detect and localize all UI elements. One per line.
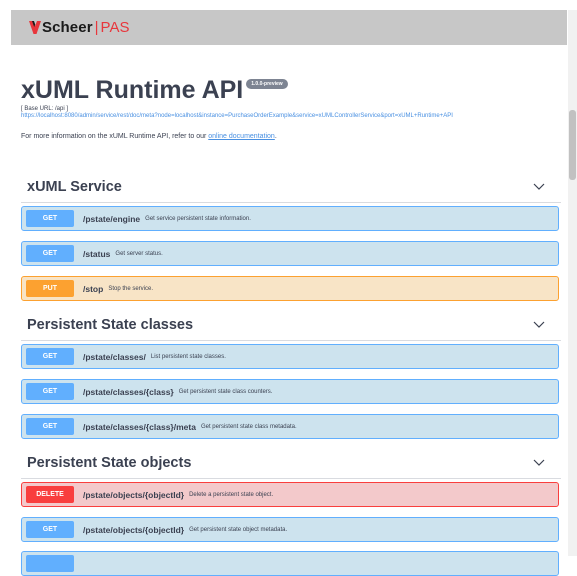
operation-path: /stop — [83, 283, 104, 294]
scheer-pas-logo[interactable]: Scheer | PAS — [29, 19, 129, 36]
title-row: xUML Runtime API 1.0.0-preview — [21, 76, 561, 104]
method-badge: GET — [26, 348, 74, 365]
operation-summary: Get persistent state object metadata. — [189, 526, 288, 533]
chevron-down-icon[interactable] — [533, 459, 545, 467]
section-title: Persistent State classes — [27, 317, 194, 333]
scrollbar-thumb[interactable] — [569, 110, 576, 180]
operation-get-pstate-engine[interactable]: GET /pstate/engine Get service persisten… — [21, 206, 559, 231]
method-badge: DELETE — [26, 486, 74, 503]
api-info: xUML Runtime API 1.0.0-preview [ Base UR… — [21, 76, 561, 140]
scheer-logo-icon — [29, 21, 41, 34]
description-suffix: . — [274, 133, 277, 140]
operation-get-partial[interactable] — [21, 551, 559, 576]
top-bar: Scheer | PAS — [11, 10, 567, 45]
operation-path: /pstate/objects/{objectId} — [83, 489, 185, 500]
operation-summary: Get server status. — [115, 250, 163, 257]
operation-summary: Stop the service. — [108, 285, 154, 292]
section-header-persistent-state-objects[interactable]: Persistent State objects — [21, 448, 561, 479]
base-url: [ Base URL: /api ] — [21, 106, 69, 112]
operation-get-status[interactable]: GET /status Get server status. — [21, 241, 559, 266]
operation-summary: Get persistent state class metadata. — [200, 423, 297, 430]
operation-get-pstate-class-meta[interactable]: GET /pstate/classes/{class}/meta Get per… — [21, 414, 559, 439]
section-title: Persistent State objects — [27, 455, 192, 471]
operation-path: /pstate/classes/ — [83, 351, 146, 362]
method-badge — [26, 555, 74, 572]
operation-get-pstate-classes[interactable]: GET /pstate/classes/ List persistent sta… — [21, 344, 559, 369]
version-badge: 1.0.0-preview — [246, 79, 288, 89]
page-scrollbar[interactable] — [568, 10, 577, 556]
operation-path: /status — [83, 248, 111, 259]
spec-url-link[interactable]: https://localhost:8080/admin/service/res… — [21, 113, 561, 119]
operation-path: /pstate/engine — [83, 213, 141, 224]
chevron-down-icon[interactable] — [533, 321, 545, 329]
section-header-persistent-state-classes[interactable]: Persistent State classes — [21, 310, 561, 341]
section-header-xuml-service[interactable]: xUML Service — [21, 172, 561, 203]
operation-put-stop[interactable]: PUT /stop Stop the service. — [21, 276, 559, 301]
chevron-down-icon[interactable] — [533, 183, 545, 191]
page-title: xUML Runtime API — [21, 76, 244, 104]
operation-summary: Get persistent state class counters. — [178, 388, 273, 395]
brand-name: Scheer — [42, 19, 93, 36]
method-badge: GET — [26, 521, 74, 538]
operation-path: /pstate/classes/{class}/meta — [83, 421, 196, 432]
operation-delete-pstate-object[interactable]: DELETE /pstate/objects/{objectId} Delete… — [21, 482, 559, 507]
brand-separator: | — [94, 19, 99, 36]
operation-summary: Delete a persistent state object. — [189, 491, 274, 498]
method-badge: PUT — [26, 280, 74, 297]
method-badge: GET — [26, 418, 74, 435]
operation-summary: Get service persistent state information… — [145, 215, 251, 222]
operation-get-pstate-class[interactable]: GET /pstate/classes/{class} Get persiste… — [21, 379, 559, 404]
product-name: PAS — [100, 19, 130, 36]
method-badge: GET — [26, 245, 74, 262]
description-text: For more information on the xUML Runtime… — [21, 133, 209, 140]
operation-path: /pstate/classes/{class} — [83, 386, 174, 397]
api-description: For more information on the xUML Runtime… — [21, 133, 561, 140]
section-title: xUML Service — [27, 179, 122, 195]
method-badge: GET — [26, 383, 74, 400]
operation-path: /pstate/objects/{objectId} — [83, 524, 185, 535]
online-documentation-link[interactable]: online documentation — [208, 133, 275, 140]
method-badge: GET — [26, 210, 74, 227]
operation-summary: List persistent state classes. — [150, 353, 226, 360]
operation-get-pstate-object[interactable]: GET /pstate/objects/{objectId} Get persi… — [21, 517, 559, 542]
